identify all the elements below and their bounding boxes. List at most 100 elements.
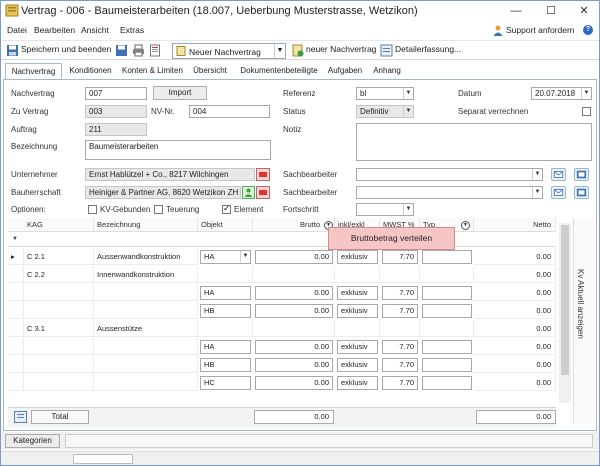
status-combo[interactable]: Definitiv ▼ xyxy=(356,105,414,118)
tab-dokumentenbeteiligte[interactable]: Dokumentenbeteiligte xyxy=(238,65,320,79)
sachbearbeiter2-combo[interactable]: ▼ xyxy=(356,186,543,199)
table-row[interactable]: HB 0.00 exklusiv 7.70 0.00 xyxy=(8,302,556,320)
tab-uebersicht[interactable]: Übersicht xyxy=(191,65,229,79)
clear-icon[interactable] xyxy=(256,168,270,181)
cell-obj-input[interactable]: HB xyxy=(200,358,251,372)
cell-mwst-input[interactable]: 7.70 xyxy=(382,340,418,354)
sachbearbeiter-combo[interactable]: ▼ xyxy=(356,168,543,181)
row-indicator[interactable] xyxy=(8,338,24,355)
cell-typ-input[interactable] xyxy=(422,358,472,372)
maximize-button[interactable]: ☐ xyxy=(538,3,564,19)
cell-inkl-input[interactable]: exklusiv xyxy=(337,286,378,300)
save-icon[interactable] xyxy=(115,44,128,57)
side-panel[interactable]: Kv Aktuell anzeigen xyxy=(573,219,595,424)
cell-obj-input[interactable]: HA xyxy=(200,340,251,354)
chevron-down-icon[interactable]: ▼ xyxy=(532,187,542,198)
cell-mwst-input[interactable]: 7.70 xyxy=(382,304,418,318)
contact-card-icon[interactable] xyxy=(574,168,589,181)
cell-typ-input[interactable] xyxy=(422,340,472,354)
row-indicator[interactable] xyxy=(8,374,24,391)
mail-icon[interactable] xyxy=(551,186,566,199)
tab-konten-limiten[interactable]: Konten & Limiten xyxy=(122,65,183,79)
menu-bearbeiten[interactable]: Bearbeiten xyxy=(34,25,75,35)
chevron-down-icon[interactable]: ▼ xyxy=(274,44,285,58)
chevron-down-icon[interactable]: ▼ xyxy=(461,221,470,230)
mail-icon[interactable] xyxy=(551,168,566,181)
row-indicator[interactable] xyxy=(8,356,24,373)
table-row[interactable]: HA 0.00 exklusiv 7.70 0.00 xyxy=(8,284,556,302)
tab-nachvertrag[interactable]: Nachvertrag xyxy=(5,63,62,80)
cell-obj-input[interactable]: HA ▼ xyxy=(200,250,251,264)
side-panel-label[interactable]: Kv Aktuell anzeigen xyxy=(576,269,585,339)
menu-datei[interactable]: Datei xyxy=(7,25,27,35)
clear-icon[interactable] xyxy=(256,186,270,199)
cell-inkl-input[interactable]: exklusiv xyxy=(337,376,378,390)
nv-nr-field[interactable]: 004 xyxy=(189,105,270,118)
row-indicator[interactable] xyxy=(8,284,24,301)
row-indicator[interactable] xyxy=(8,320,24,337)
new-contract-button[interactable]: neuer Nachvertrag xyxy=(306,44,376,54)
scrollbar-thumb[interactable] xyxy=(561,225,569,375)
chevron-down-icon[interactable]: ▼ xyxy=(403,204,413,215)
filter-icon[interactable]: ▼ xyxy=(12,236,18,242)
cell-inkl-input[interactable]: exklusiv xyxy=(337,358,378,372)
cell-inkl-input[interactable]: exklusiv xyxy=(337,340,378,354)
cell-inkl-input[interactable]: exklusiv xyxy=(337,250,378,264)
cell-brutto-input[interactable]: 0.00 xyxy=(255,376,333,390)
detail-button[interactable]: Detailerfassung... xyxy=(395,44,461,54)
cell-obj-input[interactable]: HB xyxy=(200,304,251,318)
cell-mwst-input[interactable]: 7.70 xyxy=(382,358,418,372)
cell-obj-input[interactable]: HC xyxy=(200,376,251,390)
chevron-down-icon[interactable]: ▼ xyxy=(240,251,250,262)
cell-typ-input[interactable] xyxy=(422,376,472,390)
cell-brutto-input[interactable]: 0.00 xyxy=(255,286,333,300)
distribute-gross-tooltip[interactable]: Bruttobetrag verteilen xyxy=(328,227,455,250)
menu-extras[interactable]: Extras xyxy=(120,25,144,35)
cell-typ-input[interactable] xyxy=(422,304,472,318)
chevron-down-icon[interactable]: ▼ xyxy=(581,88,591,99)
cell-typ-input[interactable] xyxy=(422,286,472,300)
cell-mwst-input[interactable]: 7.70 xyxy=(382,286,418,300)
cell-brutto-input[interactable]: 0.00 xyxy=(255,358,333,372)
col-brutto[interactable]: Brutto xyxy=(253,218,335,232)
kategorien-button[interactable]: Kategorien xyxy=(5,434,60,448)
chevron-down-icon[interactable]: ▼ xyxy=(403,106,413,117)
teuerung-checkbox[interactable] xyxy=(154,205,163,214)
row-indicator[interactable] xyxy=(8,266,24,283)
tab-anhang[interactable]: Anhang xyxy=(371,65,403,79)
import-button[interactable]: Import xyxy=(153,86,207,100)
cell-brutto-input[interactable]: 0.00 xyxy=(255,250,333,264)
table-row[interactable]: HC 0.00 exklusiv 7.70 0.00 xyxy=(8,374,556,392)
close-button[interactable]: ✕ xyxy=(571,3,597,19)
separat-checkbox[interactable] xyxy=(582,107,591,116)
support-link[interactable]: Support anfordern xyxy=(506,25,575,35)
minimize-button[interactable]: — xyxy=(503,3,529,19)
row-indicator[interactable]: ▸ xyxy=(8,248,24,265)
tab-aufgaben[interactable]: Aufgaben xyxy=(325,65,365,79)
datum-field[interactable]: 20.07.2018 ▼ xyxy=(531,87,592,100)
row-indicator[interactable] xyxy=(8,302,24,319)
col-kag[interactable]: KAG xyxy=(24,218,94,232)
col-netto[interactable]: Netto xyxy=(474,218,556,232)
new-contract-combo[interactable]: Neuer Nachvertrag ▼ xyxy=(172,43,286,59)
chevron-down-icon[interactable]: ▼ xyxy=(403,88,413,99)
cell-inkl-input[interactable]: exklusiv xyxy=(337,304,378,318)
table-row[interactable]: C 2.2 Innenwandkonstruktion 0.00 xyxy=(8,266,556,284)
menu-ansicht[interactable]: Ansicht xyxy=(81,25,109,35)
person-icon[interactable] xyxy=(242,186,255,199)
cell-obj-input[interactable]: HA xyxy=(200,286,251,300)
cell-mwst-input[interactable]: 7.70 xyxy=(382,250,418,264)
table-row[interactable]: HB 0.00 exklusiv 7.70 0.00 xyxy=(8,356,556,374)
nachvertrag-field[interactable]: 007 xyxy=(85,87,147,100)
vertical-scrollbar[interactable] xyxy=(559,223,571,403)
chevron-down-icon[interactable]: ▼ xyxy=(532,169,542,180)
element-checkbox[interactable] xyxy=(222,203,231,214)
cell-typ-input[interactable] xyxy=(422,250,472,264)
cell-brutto-input[interactable]: 0.00 xyxy=(255,340,333,354)
preview-icon[interactable] xyxy=(149,44,162,57)
bezeichnung-field[interactable]: Baumeisterarbeiten xyxy=(85,140,271,160)
contact-card-icon[interactable] xyxy=(574,186,589,199)
cell-brutto-input[interactable]: 0.00 xyxy=(255,304,333,318)
kv-gebunden-checkbox[interactable] xyxy=(88,205,97,214)
col-objekt[interactable]: Objekt xyxy=(198,218,253,232)
